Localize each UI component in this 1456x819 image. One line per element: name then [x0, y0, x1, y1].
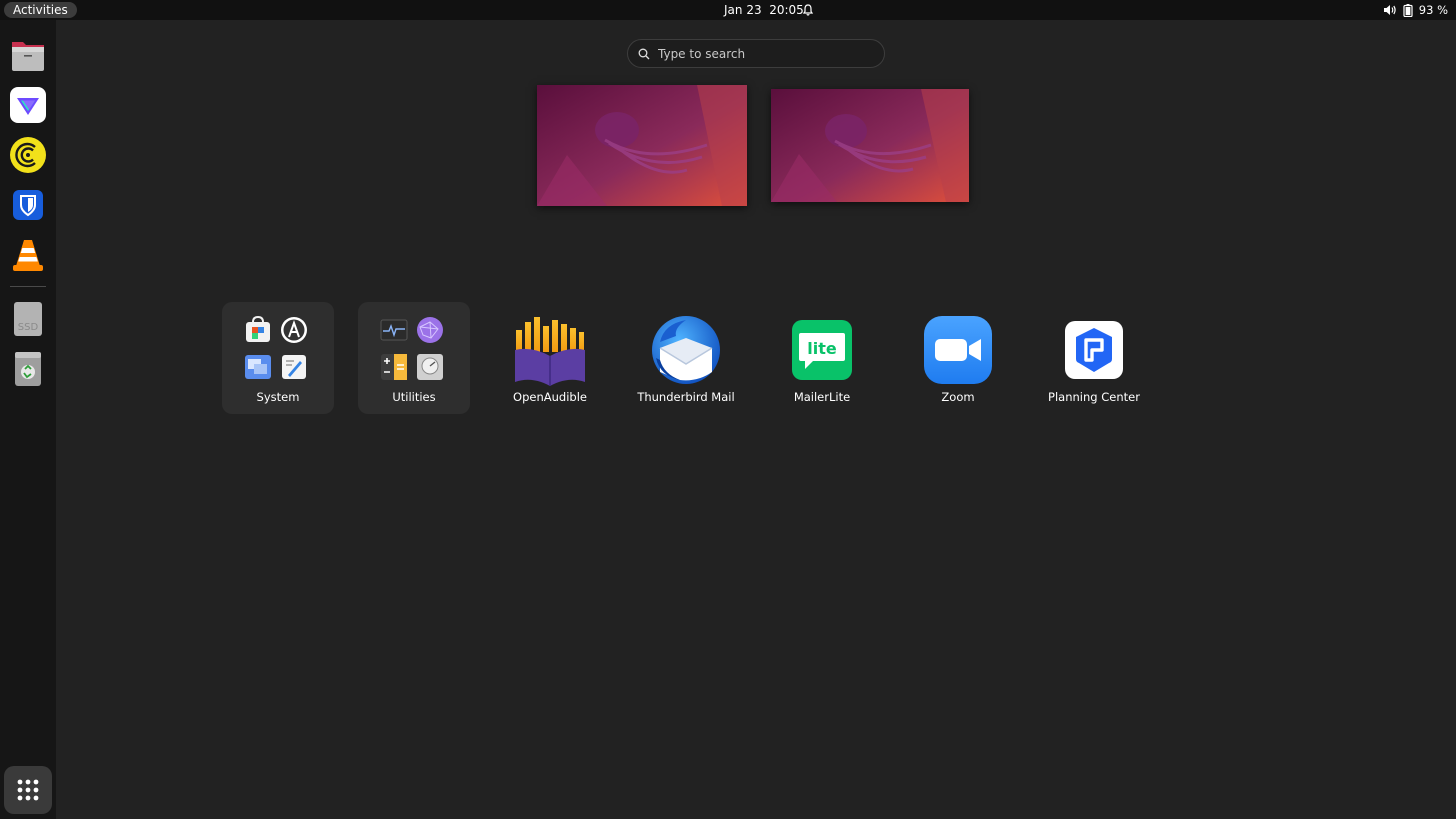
- software-store-icon: [246, 316, 270, 342]
- disk-usage-icon: [417, 354, 443, 380]
- planning-center-icon: [1065, 321, 1123, 379]
- software-updater-icon: [281, 317, 307, 343]
- search-icon: [638, 48, 650, 59]
- folder-icon-grid: [380, 316, 448, 384]
- coin-icon: [10, 137, 46, 173]
- zoom-camera-icon: [924, 316, 992, 384]
- app-label: Zoom: [941, 390, 975, 404]
- app-label: Thunderbird Mail: [637, 390, 735, 404]
- app-folder-utilities[interactable]: Utilities: [358, 302, 470, 414]
- battery-percentage: 93 %: [1418, 3, 1448, 17]
- bitwarden-shield-icon: [13, 190, 43, 220]
- jellyfish-wallpaper: [537, 85, 747, 206]
- dock-item-files[interactable]: [8, 35, 48, 75]
- drive-icon: SSD: [14, 302, 42, 336]
- clock[interactable]: Jan 23 20:05: [724, 0, 804, 20]
- jellyfish-wallpaper: [771, 89, 969, 202]
- system-tray[interactable]: 93 %: [1383, 0, 1448, 20]
- svg-text:SSD: SSD: [18, 322, 39, 333]
- mailerlite-icon: lite: [792, 320, 852, 380]
- dock-item-coinbase[interactable]: [8, 135, 48, 175]
- app-thunderbird-mail[interactable]: Thunderbird Mail: [630, 302, 742, 414]
- proton-vpn-icon: [10, 87, 46, 123]
- trash-icon: [15, 352, 41, 386]
- folder-icon-grid: [244, 316, 312, 384]
- dock-separator: [10, 286, 46, 287]
- dock-item-bitwarden[interactable]: [8, 185, 48, 225]
- app-folder-system[interactable]: System: [222, 302, 334, 414]
- dock-item-ssd-drive[interactable]: SSD: [8, 299, 48, 339]
- dock: SSD: [0, 20, 56, 819]
- app-openaudible[interactable]: OpenAudible: [494, 302, 606, 414]
- dock-item-proton-vpn[interactable]: [8, 85, 48, 125]
- app-label: System: [256, 390, 300, 404]
- svg-text:lite: lite: [807, 339, 837, 358]
- app-label: Utilities: [392, 390, 436, 404]
- activities-button[interactable]: Activities: [4, 2, 77, 18]
- workspace-thumbnail-1[interactable]: [537, 85, 747, 206]
- folder-icon: [12, 42, 44, 71]
- search-input[interactable]: [658, 46, 868, 61]
- top-bar: Activities Jan 23 20:05 93 %: [0, 0, 1456, 20]
- app-label: OpenAudible: [513, 390, 587, 404]
- show-apps-button[interactable]: [4, 766, 52, 814]
- search-bar[interactable]: [627, 39, 885, 68]
- text-editor-icon: [282, 355, 306, 379]
- app-mailerlite[interactable]: lite MailerLite: [766, 302, 878, 414]
- notification-bell-icon[interactable]: [801, 3, 815, 17]
- openaudible-icon: [515, 317, 585, 386]
- remote-desktop-icon: [245, 355, 271, 379]
- dock-item-vlc[interactable]: [8, 235, 48, 275]
- app-label: MailerLite: [793, 390, 851, 404]
- workspace-thumbnail-2[interactable]: [771, 89, 969, 202]
- app-planning-center[interactable]: Planning Center: [1038, 302, 1150, 414]
- dock-item-trash[interactable]: [8, 349, 48, 389]
- calculator-icon: [381, 354, 407, 380]
- app-zoom[interactable]: Zoom: [902, 302, 1014, 414]
- volume-icon[interactable]: [1383, 4, 1397, 16]
- system-monitor-icon: [380, 319, 408, 341]
- network-globe-icon: [417, 317, 443, 343]
- thunderbird-icon: [652, 316, 720, 384]
- app-label: Planning Center: [1048, 390, 1140, 404]
- app-grid-icon: [17, 779, 39, 801]
- vlc-cone-icon: [13, 240, 43, 271]
- battery-icon[interactable]: [1403, 3, 1413, 17]
